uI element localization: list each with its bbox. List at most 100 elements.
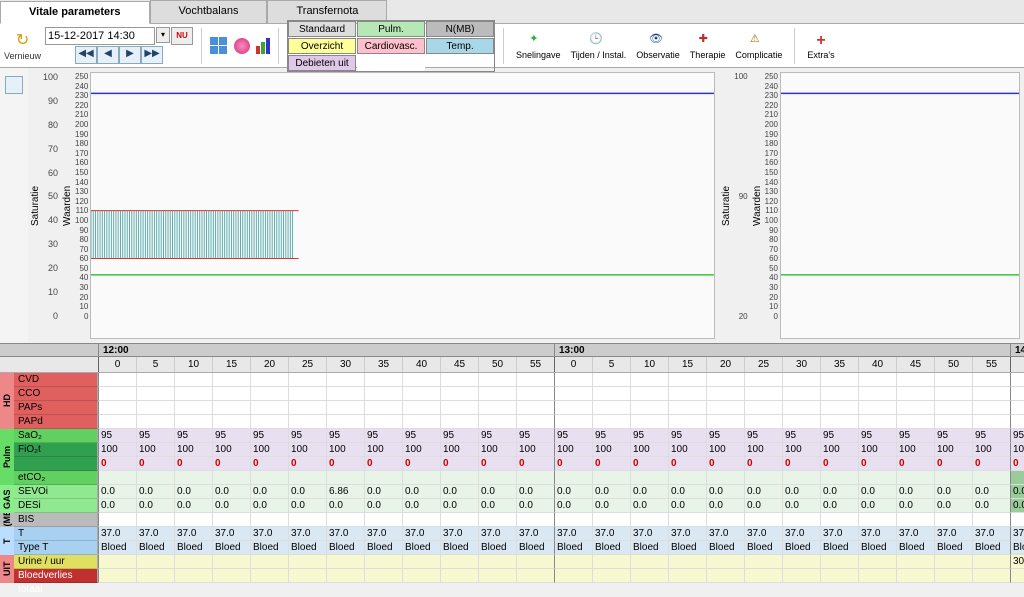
data-cell[interactable]: 100: [326, 443, 364, 457]
data-cell[interactable]: [136, 415, 174, 429]
data-cell[interactable]: [934, 401, 972, 415]
data-cell[interactable]: [98, 513, 136, 527]
filter-cardio[interactable]: Cardiovasc.: [357, 38, 425, 54]
data-cell[interactable]: Bloed: [364, 541, 402, 555]
data-cell[interactable]: [706, 373, 744, 387]
data-cell[interactable]: 100: [554, 443, 592, 457]
data-cell[interactable]: 0.0: [782, 499, 820, 513]
filter-standaard[interactable]: Standaard: [288, 21, 356, 37]
data-cell[interactable]: [440, 387, 478, 401]
data-cell[interactable]: [706, 555, 744, 569]
datetime-dropdown-icon[interactable]: ▾: [156, 27, 170, 43]
data-cell[interactable]: 37.0: [972, 527, 1010, 541]
data-cell[interactable]: 300.0: [1010, 555, 1024, 569]
data-cell[interactable]: Bloed: [668, 541, 706, 555]
data-cell[interactable]: Bloed: [858, 541, 896, 555]
data-cell[interactable]: 95: [972, 429, 1010, 443]
data-cell[interactable]: 95: [288, 429, 326, 443]
data-cell[interactable]: [364, 401, 402, 415]
data-cell[interactable]: 0.0: [630, 499, 668, 513]
data-cell[interactable]: [516, 415, 554, 429]
data-cell[interactable]: 0: [288, 457, 326, 471]
data-cell[interactable]: [858, 415, 896, 429]
data-cell[interactable]: 100: [972, 443, 1010, 457]
data-cell[interactable]: Bloed: [592, 541, 630, 555]
data-cell[interactable]: 37.0: [934, 527, 972, 541]
data-cell[interactable]: [972, 471, 1010, 485]
data-cell[interactable]: [250, 569, 288, 583]
data-cell[interactable]: [402, 471, 440, 485]
data-cell[interactable]: 37.0: [478, 527, 516, 541]
data-cell[interactable]: Bloed: [402, 541, 440, 555]
data-cell[interactable]: [972, 569, 1010, 583]
data-cell[interactable]: 0.0: [1010, 499, 1024, 513]
data-cell[interactable]: 0.0: [440, 499, 478, 513]
data-cell[interactable]: [896, 415, 934, 429]
data-cell[interactable]: 0.0: [896, 499, 934, 513]
data-cell[interactable]: 0.0: [668, 485, 706, 499]
data-cell[interactable]: [630, 555, 668, 569]
data-cell[interactable]: [858, 555, 896, 569]
data-cell[interactable]: 0.0: [858, 485, 896, 499]
data-cell[interactable]: 37.0: [98, 527, 136, 541]
data-cell[interactable]: [972, 387, 1010, 401]
data-cell[interactable]: [174, 569, 212, 583]
data-cell[interactable]: [782, 569, 820, 583]
data-cell[interactable]: Bloed: [972, 541, 1010, 555]
data-cell[interactable]: 0: [478, 457, 516, 471]
data-cell[interactable]: [288, 373, 326, 387]
data-cell[interactable]: 100: [212, 443, 250, 457]
data-cell[interactable]: [554, 415, 592, 429]
data-cell[interactable]: 37.0: [250, 527, 288, 541]
filter-overzicht[interactable]: Overzicht: [288, 38, 356, 54]
data-cell[interactable]: [858, 513, 896, 527]
data-cell[interactable]: [744, 415, 782, 429]
data-cell[interactable]: [288, 569, 326, 583]
data-cell[interactable]: [326, 569, 364, 583]
data-cell[interactable]: [288, 555, 326, 569]
data-cell[interactable]: [668, 415, 706, 429]
data-cell[interactable]: [212, 555, 250, 569]
data-cell[interactable]: [858, 373, 896, 387]
data-cell[interactable]: 100: [592, 443, 630, 457]
data-cell[interactable]: [706, 569, 744, 583]
data-cell[interactable]: [402, 401, 440, 415]
data-cell[interactable]: [478, 555, 516, 569]
data-cell[interactable]: 95: [136, 429, 174, 443]
data-cell[interactable]: [554, 471, 592, 485]
data-cell[interactable]: [440, 401, 478, 415]
data-cell[interactable]: [440, 415, 478, 429]
data-cell[interactable]: [174, 415, 212, 429]
data-cell[interactable]: [820, 471, 858, 485]
data-cell[interactable]: 0.0: [288, 499, 326, 513]
data-cell[interactable]: [630, 569, 668, 583]
data-cell[interactable]: [630, 401, 668, 415]
data-cell[interactable]: [706, 401, 744, 415]
data-cell[interactable]: [592, 373, 630, 387]
data-cell[interactable]: 0.0: [212, 485, 250, 499]
data-cell[interactable]: 0.0: [136, 485, 174, 499]
data-cell[interactable]: [440, 471, 478, 485]
data-cell[interactable]: 95: [98, 429, 136, 443]
data-cell[interactable]: [782, 471, 820, 485]
data-cell[interactable]: 0.0: [744, 485, 782, 499]
data-cell[interactable]: 95: [744, 429, 782, 443]
bars-icon[interactable]: [256, 38, 270, 54]
data-cell[interactable]: 100: [402, 443, 440, 457]
data-cell[interactable]: 0.0: [174, 485, 212, 499]
data-cell[interactable]: 0.0: [630, 485, 668, 499]
data-cell[interactable]: Bloed: [174, 541, 212, 555]
data-cell[interactable]: [212, 401, 250, 415]
data-cell[interactable]: [288, 415, 326, 429]
data-cell[interactable]: [212, 471, 250, 485]
data-cell[interactable]: [364, 569, 402, 583]
data-cell[interactable]: [744, 513, 782, 527]
data-cell[interactable]: [402, 513, 440, 527]
data-cell[interactable]: [934, 555, 972, 569]
data-cell[interactable]: [478, 471, 516, 485]
data-cell[interactable]: [972, 555, 1010, 569]
data-cell[interactable]: [934, 569, 972, 583]
data-cell[interactable]: 95: [858, 429, 896, 443]
data-cell[interactable]: 0.0: [288, 485, 326, 499]
data-cell[interactable]: [934, 387, 972, 401]
